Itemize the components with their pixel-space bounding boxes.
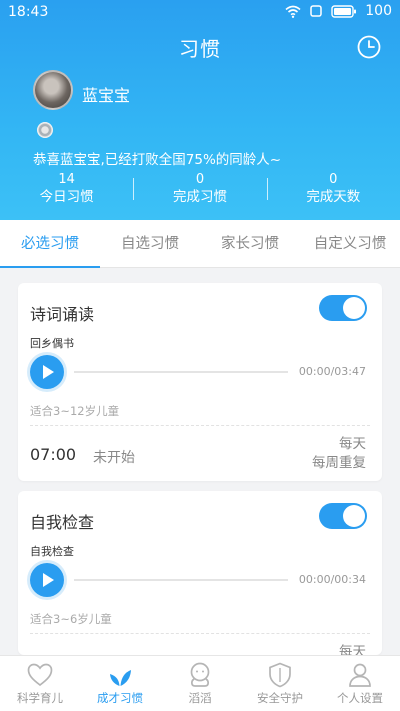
repeat-cycle: 每周重复 xyxy=(312,455,366,471)
bottom-navigation: 科学育儿 成才习惯 滔滔 安全守护 个人设置 xyxy=(0,655,400,711)
repeat-frequency: 每天 xyxy=(339,644,366,655)
ranking-message: 恭喜蓝宝宝,已经打败全国75%的同龄人~ xyxy=(33,152,282,168)
habit-title: 自我检查 xyxy=(30,513,95,532)
nav-item-safety[interactable]: 安全守护 xyxy=(240,656,320,711)
nav-label: 科学育儿 xyxy=(17,691,63,705)
tab-parent-habits[interactable]: 家长习惯 xyxy=(200,220,300,267)
shield-icon xyxy=(269,662,291,688)
stat-label: 今日习惯 xyxy=(39,189,94,205)
wifi-icon xyxy=(285,5,301,18)
audio-time: 00:00/00:34 xyxy=(298,573,366,586)
battery-level: 100 xyxy=(365,3,392,19)
status-bar: 18:43 100 xyxy=(0,0,400,24)
stat-value: 0 xyxy=(195,172,205,187)
stat-value: 0 xyxy=(329,172,338,187)
status-time: 18:43 xyxy=(8,4,49,20)
nav-label: 安全守护 xyxy=(257,691,303,705)
title-bar: 习惯 xyxy=(0,33,400,61)
play-button[interactable] xyxy=(30,563,64,597)
tab-required-habits[interactable]: 必选习惯 xyxy=(0,220,100,268)
repeat-schedule: 每天 每周重复 xyxy=(312,435,366,473)
audio-time: 00:00/03:47 xyxy=(298,365,366,378)
stat-today-habits: 14 今日习惯 xyxy=(0,172,133,208)
divider xyxy=(30,425,370,426)
nav-item-settings[interactable]: 个人设置 xyxy=(320,656,400,711)
person-icon xyxy=(349,663,371,687)
tab-custom-habits[interactable]: 自定义习惯 xyxy=(300,220,400,267)
reminder-time[interactable]: 07:00 xyxy=(30,445,76,464)
mascot-icon xyxy=(190,662,210,687)
divider xyxy=(30,633,370,634)
user-name: 蓝宝宝 xyxy=(82,86,131,105)
status-icons: 100 xyxy=(285,3,392,19)
habit-card-poetry[interactable]: 诗词诵读 回乡偶书 00:00/03:47 适合3~12岁儿童 07:00 未开… xyxy=(18,283,382,481)
habit-title: 诗词诵读 xyxy=(30,305,95,324)
nav-label: 个人设置 xyxy=(337,691,383,705)
medal-icon xyxy=(37,122,53,138)
audio-track-name: 自我检查 xyxy=(30,545,74,558)
habit-stats: 14 今日习惯 0 完成习惯 0 完成天数 xyxy=(0,172,400,208)
stat-value: 14 xyxy=(58,172,75,187)
avatar[interactable] xyxy=(33,70,73,110)
page-title: 习惯 xyxy=(179,37,221,61)
habit-card-self-check[interactable]: 自我检查 自我检查 00:00/00:34 适合3~6岁儿童 每天 xyxy=(18,491,382,655)
nav-label: 滔滔 xyxy=(188,691,212,705)
audio-progress-bar[interactable] xyxy=(74,579,288,581)
stat-completed-habits: 0 完成习惯 xyxy=(133,172,266,208)
audio-track-name: 回乡偶书 xyxy=(30,337,74,350)
stat-label: 完成习惯 xyxy=(172,189,227,205)
repeat-schedule: 每天 xyxy=(339,643,366,655)
nav-label: 成才习惯 xyxy=(97,691,143,705)
habit-toggle[interactable] xyxy=(319,295,367,321)
profile-header: 18:43 100 习惯 蓝宝宝 恭喜蓝宝宝,已经打败全国75%的同龄人~ 14… xyxy=(0,0,400,220)
habit-toggle[interactable] xyxy=(319,503,367,529)
habit-tabs: 必选习惯 自选习惯 家长习惯 自定义习惯 xyxy=(0,220,400,268)
age-range: 适合3~6岁儿童 xyxy=(30,612,112,626)
screen-rotate-icon xyxy=(310,5,323,17)
stat-completed-days: 0 完成天数 xyxy=(266,172,400,208)
audio-progress-bar[interactable] xyxy=(74,371,288,373)
repeat-frequency: 每天 xyxy=(339,436,366,452)
tab-optional-habits[interactable]: 自选习惯 xyxy=(100,220,200,267)
heart-icon xyxy=(27,663,53,687)
clock-icon[interactable] xyxy=(356,34,382,60)
sprout-icon xyxy=(110,670,131,686)
nav-item-taotao[interactable]: 滔滔 xyxy=(160,656,240,711)
nav-item-parenting[interactable]: 科学育儿 xyxy=(0,656,80,711)
nav-item-habits[interactable]: 成才习惯 xyxy=(80,656,160,711)
battery-icon xyxy=(331,4,357,18)
habit-status: 未开始 xyxy=(93,450,135,466)
play-button[interactable] xyxy=(30,355,64,389)
stat-label: 完成天数 xyxy=(306,189,361,205)
age-range: 适合3~12岁儿童 xyxy=(30,404,120,418)
